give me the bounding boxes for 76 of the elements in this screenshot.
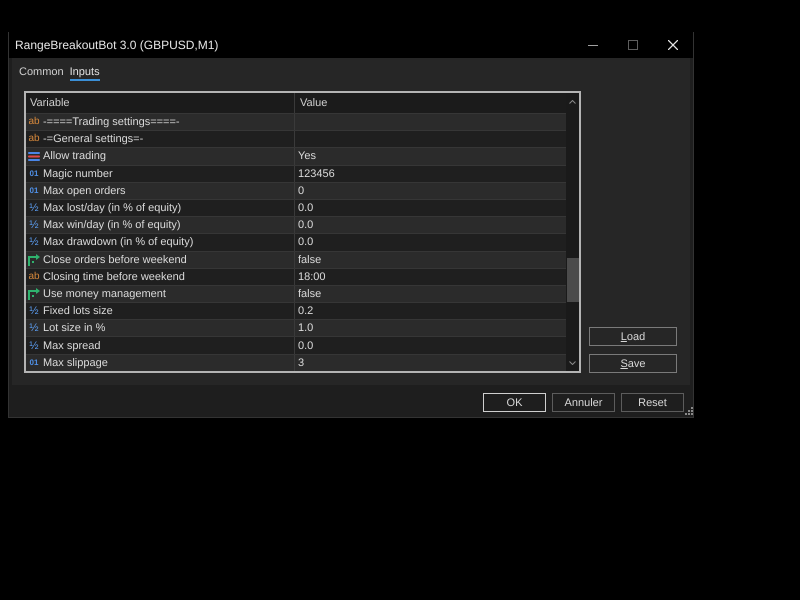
- type-icon: ½: [28, 202, 40, 214]
- type-icon: 01: [28, 168, 40, 180]
- value-text: 0.0: [298, 202, 314, 214]
- list-icon: [28, 152, 40, 161]
- scroll-up-icon[interactable]: [569, 100, 576, 104]
- type-icon: 01: [28, 184, 40, 197]
- variable-name: Fixed lots size: [43, 305, 113, 318]
- variable-name: Max lost/day (in % of equity): [43, 202, 182, 214]
- scroll-down-icon[interactable]: [569, 360, 576, 364]
- cancel-button[interactable]: Annuler: [552, 393, 615, 412]
- type-icon: ½: [28, 305, 40, 318]
- variable-name: Closing time before weekend: [43, 270, 185, 283]
- value-text: 1.0: [298, 322, 314, 334]
- table-row[interactable]: 01 Magic number 123456: [26, 164, 566, 182]
- value-text: 0.2: [298, 305, 314, 318]
- value-text: Yes: [298, 150, 316, 162]
- resize-grip-icon[interactable]: [685, 407, 693, 415]
- variable-name: Use money management: [43, 288, 166, 300]
- tab[interactable]: Inputs: [70, 62, 100, 81]
- value-text: 0: [298, 184, 304, 197]
- type-icon: ab: [28, 270, 40, 283]
- variable-name: Max spread: [43, 340, 100, 352]
- type-icon: ab: [28, 133, 40, 146]
- column-header: Value: [300, 97, 328, 109]
- table-row[interactable]: ab -=General settings=-: [26, 130, 566, 148]
- corner-arrow-icon: [28, 288, 40, 300]
- maximize-icon: [628, 40, 638, 50]
- table-row[interactable]: ab Closing time before weekend 18:00: [26, 268, 566, 285]
- table-row[interactable]: Allow trading Yes: [26, 147, 566, 165]
- table-row[interactable]: ½ Fixed lots size 0.2: [26, 302, 566, 320]
- table-row[interactable]: Use money management false: [26, 284, 566, 302]
- type-icon: ½: [28, 236, 40, 248]
- table-row[interactable]: ½ Max spread 0.0: [26, 336, 566, 354]
- variable-name: Magic number: [43, 168, 113, 180]
- value-text: 0.0: [298, 219, 314, 232]
- value-text: 123456: [298, 168, 335, 180]
- scrollbar-thumb[interactable]: [566, 258, 578, 302]
- column-header: Variable: [30, 97, 70, 109]
- table-row[interactable]: Close orders before weekend false: [26, 250, 566, 268]
- ok-button[interactable]: OK: [483, 393, 546, 412]
- value-text: 18:00: [298, 270, 326, 283]
- scrollbar[interactable]: [566, 93, 579, 371]
- table-row[interactable]: 01 Max slippage 3: [26, 354, 566, 371]
- reset-button[interactable]: Reset: [621, 393, 684, 412]
- variable-name: Close orders before weekend: [43, 254, 187, 266]
- variable-name: -=General settings=-: [43, 133, 144, 146]
- value-text: false: [298, 288, 322, 300]
- table-row[interactable]: ½ Lot size in % 1.0: [26, 319, 566, 336]
- variable-name: Max win/day (in % of equity): [43, 219, 181, 232]
- tab[interactable]: Common: [19, 62, 64, 81]
- variable-name: Allow trading: [43, 150, 106, 162]
- type-icon: ab: [28, 116, 40, 128]
- table-row[interactable]: ½ Max drawdown (in % of equity) 0.0: [26, 233, 566, 250]
- minimize-icon: [588, 44, 598, 46]
- type-icon: 01: [28, 356, 40, 369]
- value-text: 0.0: [298, 236, 314, 248]
- close-icon: [668, 40, 678, 50]
- variable-name: Lot size in %: [43, 322, 106, 334]
- save-button[interactable]: Save: [589, 354, 677, 373]
- table-row[interactable]: ½ Max win/day (in % of equity) 0.0: [26, 216, 566, 234]
- variable-name: -====Trading settings====-: [43, 116, 180, 128]
- corner-arrow-icon: [28, 254, 40, 266]
- table-row[interactable]: 01 Max open orders 0: [26, 182, 566, 199]
- type-icon: ½: [28, 322, 40, 334]
- value-text: false: [298, 254, 322, 266]
- window-title: RangeBreakoutBot 3.0 (GBPUSD,M1): [14, 38, 218, 52]
- value-text: 3: [298, 356, 304, 369]
- value-text: 0.0: [298, 340, 314, 352]
- variable-name: Max open orders: [43, 184, 126, 197]
- variable-name: Max drawdown (in % of equity): [43, 236, 194, 248]
- table-row[interactable]: ½ Max lost/day (in % of equity) 0.0: [26, 198, 566, 216]
- variable-name: Max slippage: [43, 356, 108, 369]
- type-icon: ½: [28, 340, 40, 352]
- table-row[interactable]: ab -====Trading settings====-: [26, 113, 566, 130]
- load-button[interactable]: Load: [589, 327, 677, 346]
- type-icon: ½: [28, 219, 40, 232]
